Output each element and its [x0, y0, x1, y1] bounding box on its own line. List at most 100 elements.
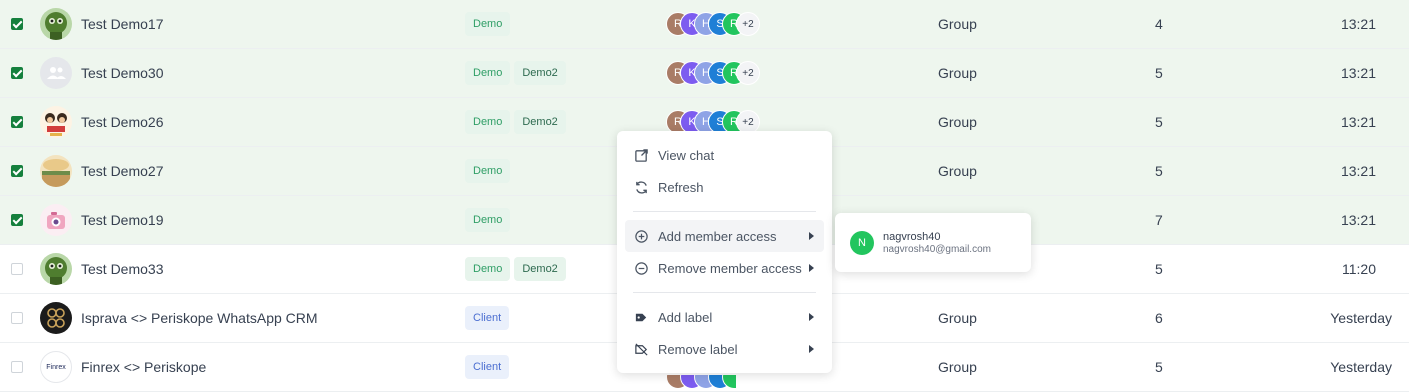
chat-name[interactable]: Test Demo19	[81, 212, 163, 228]
last-message-time: 13:21	[1340, 212, 1376, 228]
menu-item-label: Add member access	[658, 228, 777, 244]
label-badge[interactable]: Demo	[465, 12, 511, 36]
menu-item-remove-label[interactable]: Remove label	[625, 333, 824, 365]
landscape-avatar-icon	[40, 155, 72, 187]
last-message-time: Yesterday	[1330, 310, 1392, 326]
label-badge[interactable]: Client	[465, 355, 510, 379]
row-checkbox[interactable]	[11, 361, 23, 373]
row-checkbox[interactable]	[11, 18, 23, 30]
labels: Demo	[465, 12, 511, 36]
chat-name[interactable]: Test Demo27	[81, 163, 163, 179]
menu-item-label: Remove member access	[658, 260, 802, 276]
menu-item-refresh[interactable]: Refresh	[625, 171, 824, 203]
member-access-submenu: N nagvrosh40 nagvrosh40@gmail.com	[835, 213, 1031, 272]
chat-name[interactable]: Isprava <> Periskope WhatsApp CRM	[81, 310, 318, 326]
menu-item-add-label[interactable]: Add label	[625, 301, 824, 333]
labels: Demo	[465, 208, 511, 232]
chat-type: Group	[938, 16, 977, 32]
chat-type: Group	[938, 114, 977, 130]
member-avatars[interactable]: R K H S R +2	[666, 12, 760, 36]
isprava-logo-icon	[40, 302, 72, 334]
menu-separator	[633, 292, 816, 293]
last-message-time: 13:21	[1340, 114, 1376, 130]
menu-separator	[633, 211, 816, 212]
table-row[interactable]: Test Demo17 Demo R K H S R +2 Group 4 13…	[0, 0, 1409, 49]
row-checkbox[interactable]	[11, 312, 23, 324]
labels: Client	[465, 306, 510, 330]
menu-item-label: Refresh	[658, 179, 704, 195]
green-robot-avatar-icon	[40, 253, 72, 285]
member-count: 7	[1155, 212, 1163, 228]
labels: Demo Demo2	[465, 61, 566, 85]
minus-circle-icon	[635, 261, 648, 275]
chevron-right-icon	[809, 232, 814, 240]
last-message-time: 13:21	[1340, 65, 1376, 81]
chat-type: Group	[938, 65, 977, 81]
table-row[interactable]: Test Demo30 Demo Demo2 R K H S R +2 Grou…	[0, 49, 1409, 98]
camera-sticker-avatar-icon	[40, 204, 72, 236]
member-count: 5	[1155, 65, 1163, 81]
chevron-right-icon	[809, 264, 814, 272]
finrex-logo-text: Finrex	[46, 363, 66, 371]
label-badge[interactable]: Demo2	[514, 110, 566, 134]
tag-off-icon	[635, 342, 648, 356]
label-badge[interactable]: Demo	[465, 61, 511, 85]
member-avatars[interactable]: R K H S R +2	[666, 61, 760, 85]
menu-item-add-member-access[interactable]: Add member access	[625, 220, 824, 252]
last-message-time: 13:21	[1340, 16, 1376, 32]
chevron-right-icon	[809, 345, 814, 353]
user-avatar: N	[850, 231, 874, 255]
label-badge[interactable]: Demo	[465, 208, 511, 232]
chat-name[interactable]: Finrex <> Periskope	[81, 359, 206, 375]
label-badge[interactable]: Demo	[465, 257, 511, 281]
cartoon-characters-avatar-icon	[40, 106, 72, 138]
menu-item-view-chat[interactable]: View chat	[625, 139, 824, 171]
member-count: 5	[1155, 114, 1163, 130]
member-count: 5	[1155, 163, 1163, 179]
member-count: 5	[1155, 261, 1163, 277]
menu-item-remove-member-access[interactable]: Remove member access	[625, 252, 824, 284]
menu-item-label: Remove label	[658, 341, 738, 357]
plus-circle-icon	[635, 229, 648, 243]
last-message-time: Yesterday	[1330, 359, 1392, 375]
more-members-count: +2	[736, 12, 760, 36]
label-badge[interactable]: Demo2	[514, 257, 566, 281]
labels: Demo Demo2	[465, 110, 566, 134]
more-members-count: +2	[736, 61, 760, 85]
row-checkbox[interactable]	[11, 263, 23, 275]
chevron-right-icon	[809, 313, 814, 321]
external-link-icon	[635, 148, 648, 162]
row-checkbox[interactable]	[11, 165, 23, 177]
member-count: 4	[1155, 16, 1163, 32]
last-message-time: 13:21	[1340, 163, 1376, 179]
last-message-time: 11:20	[1342, 261, 1376, 277]
row-checkbox[interactable]	[11, 67, 23, 79]
row-checkbox[interactable]	[11, 116, 23, 128]
group-placeholder-icon	[40, 57, 72, 89]
labels: Demo	[465, 159, 511, 183]
labels: Demo Demo2	[465, 257, 566, 281]
green-robot-avatar-icon	[40, 8, 72, 40]
chat-type: Group	[938, 359, 977, 375]
chat-name[interactable]: Test Demo30	[81, 65, 163, 81]
chat-name[interactable]: Test Demo26	[81, 114, 163, 130]
finrex-logo-icon: Finrex	[40, 351, 72, 383]
labels: Client	[465, 355, 510, 379]
chat-type: Group	[938, 310, 977, 326]
label-badge[interactable]: Demo	[465, 110, 511, 134]
chat-name[interactable]: Test Demo17	[81, 16, 163, 32]
label-badge[interactable]: Demo	[465, 159, 511, 183]
label-badge[interactable]: Client	[465, 306, 510, 330]
label-badge[interactable]: Demo2	[514, 61, 566, 85]
user-name[interactable]: nagvrosh40	[883, 231, 941, 243]
chat-type: Group	[938, 163, 977, 179]
refresh-icon	[636, 180, 647, 194]
chat-name[interactable]: Test Demo33	[81, 261, 163, 277]
member-count: 5	[1155, 359, 1163, 375]
menu-item-label: View chat	[658, 147, 715, 163]
user-email[interactable]: nagvrosh40@gmail.com	[883, 244, 991, 255]
row-checkbox[interactable]	[11, 214, 23, 226]
menu-item-label: Add label	[658, 309, 713, 325]
context-menu: View chat Refresh Add member access Remo…	[617, 131, 832, 373]
tag-icon	[635, 313, 647, 321]
